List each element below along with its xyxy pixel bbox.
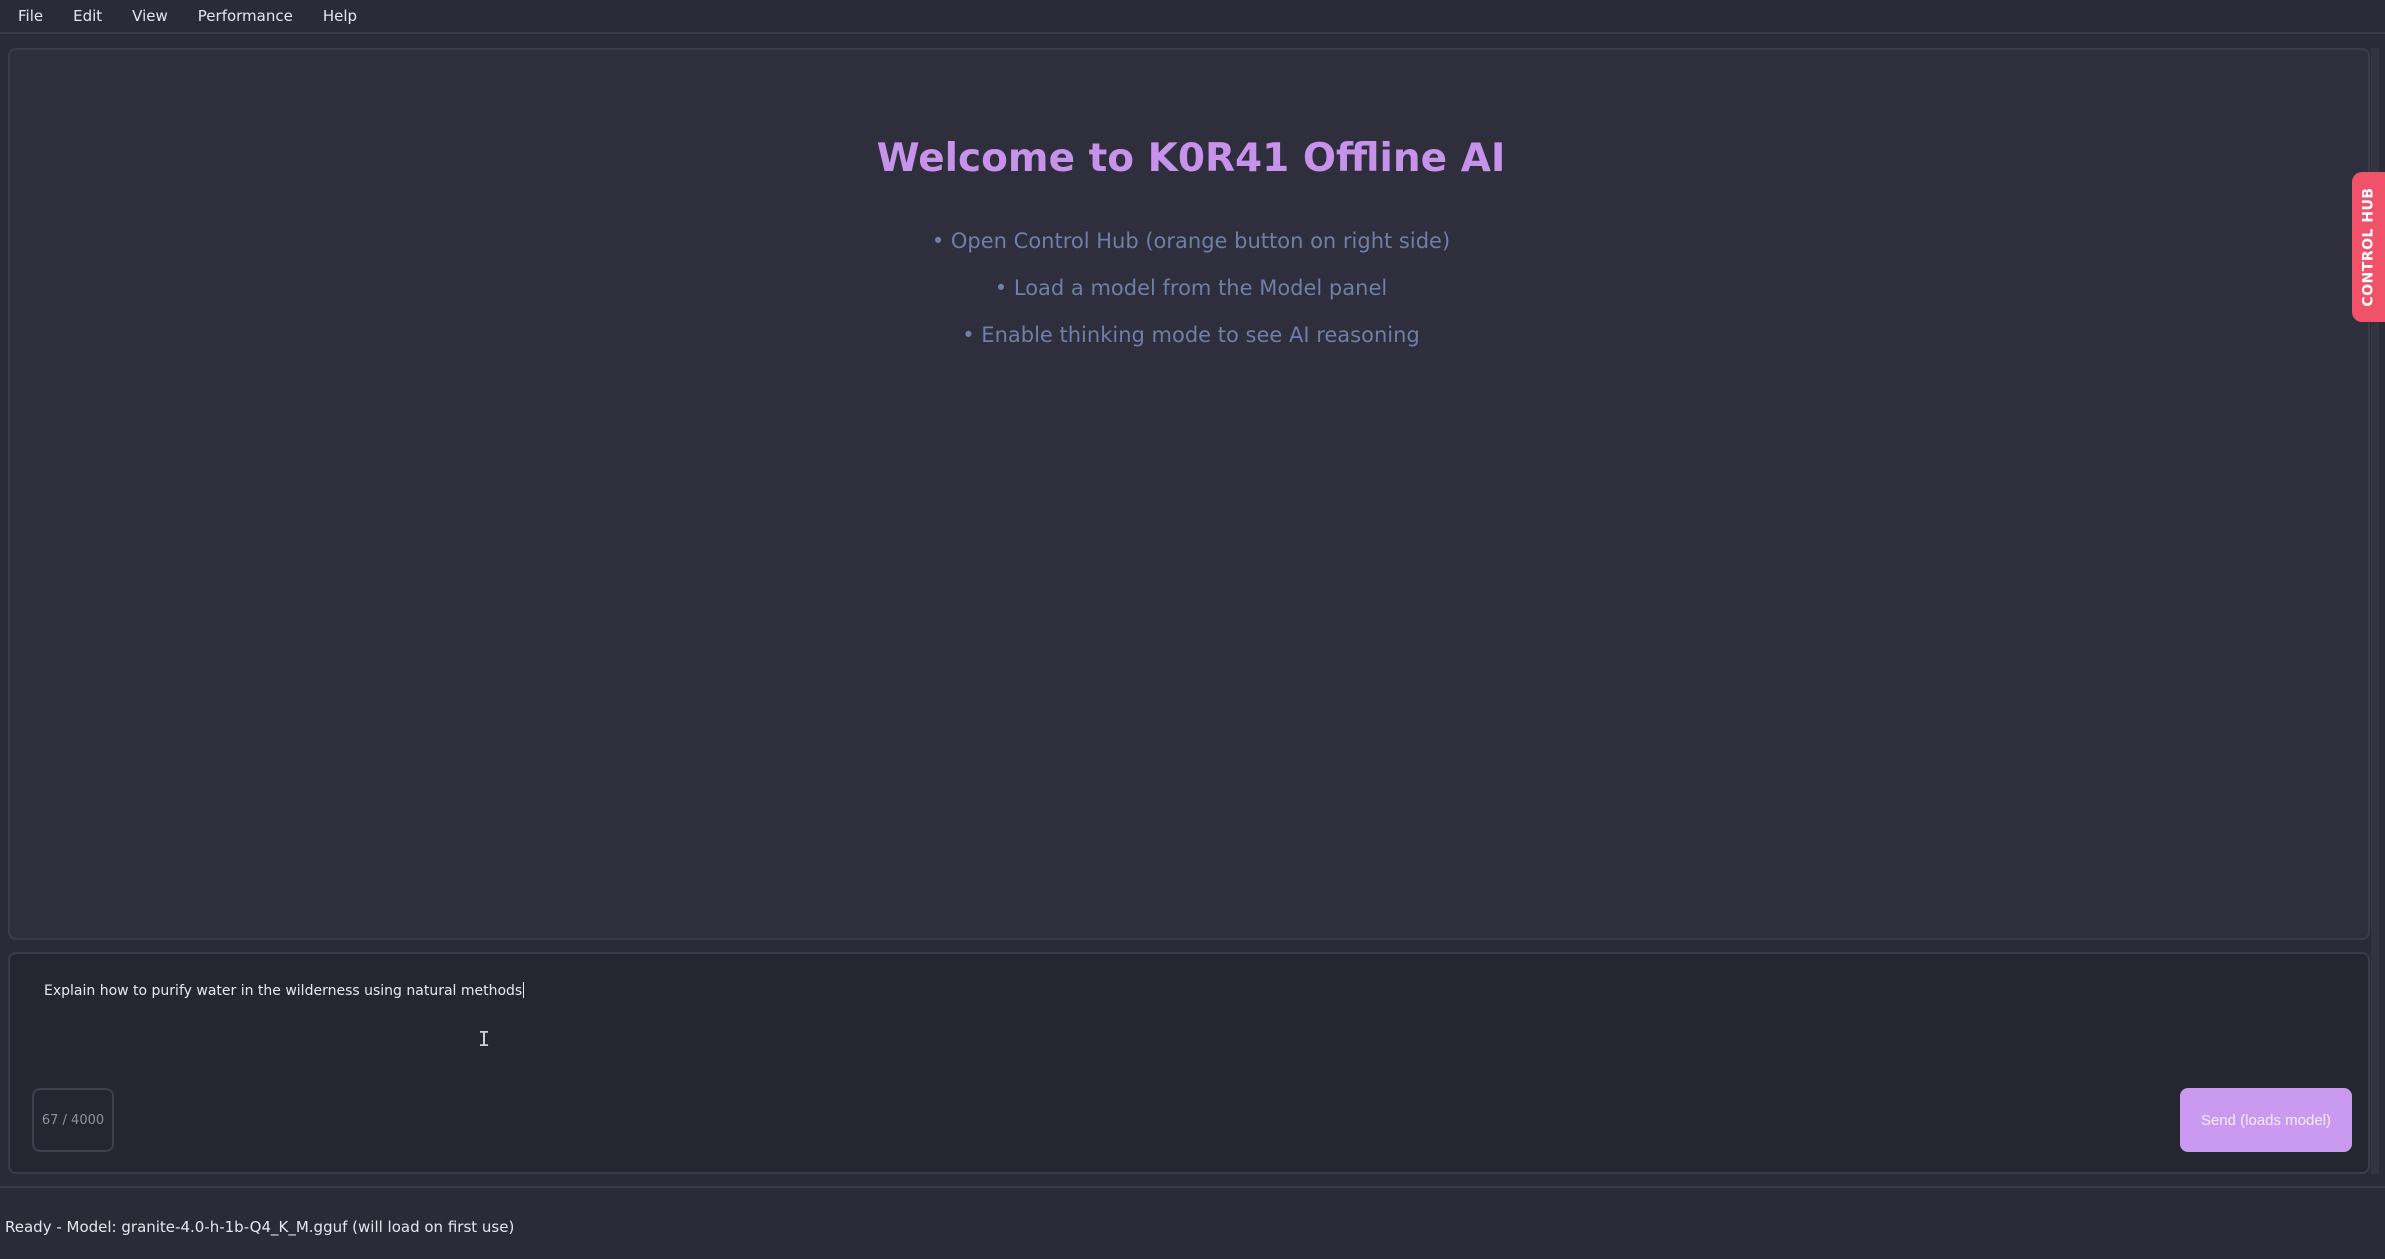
send-button[interactable]: Send (loads model) [2180,1088,2352,1152]
prompt-text: Explain how to purify water in the wilde… [44,983,523,999]
text-caret [523,982,525,998]
control-hub-label: CONTROL HUB [2360,187,2377,307]
menu-help[interactable]: Help [323,7,357,25]
menu-performance[interactable]: Performance [198,7,293,25]
status-bar: Ready - Model: granite-4.0-h-1b-Q4_K_M.g… [0,1186,2385,1259]
control-hub-button[interactable]: CONTROL HUB [2352,172,2385,322]
welcome-title: Welcome to K0R41 Offline AI [876,136,1506,181]
prompt-input[interactable]: Explain how to purify water in the wilde… [44,982,2324,1042]
tip-thinking-mode: • Enable thinking mode to see AI reasoni… [962,323,1420,347]
ibeam-cursor-icon: I [478,1027,491,1051]
tip-load-model: • Load a model from the Model panel [994,276,1388,300]
menu-edit[interactable]: Edit [73,7,102,25]
composer-panel: Explain how to purify water in the wilde… [8,952,2370,1174]
status-text: Ready - Model: granite-4.0-h-1b-Q4_K_M.g… [5,1218,515,1236]
tip-control-hub: • Open Control Hub (orange button on rig… [931,229,1451,253]
menu-file[interactable]: File [18,7,43,25]
char-counter: 67 / 4000 [32,1088,114,1152]
chat-panel: Welcome to K0R41 Offline AI • Open Contr… [8,48,2370,940]
welcome-tips: • Open Control Hub (orange button on rig… [10,226,2372,367]
menu-bar: File Edit View Performance Help [0,0,2385,34]
menu-view[interactable]: View [132,7,168,25]
